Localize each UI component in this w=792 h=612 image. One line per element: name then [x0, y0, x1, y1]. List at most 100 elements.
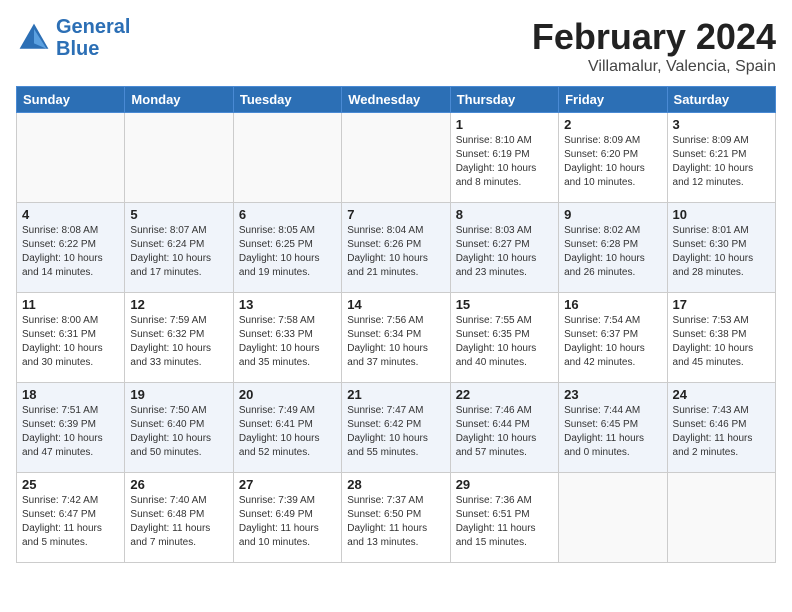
weekday-header-tuesday: Tuesday: [233, 87, 341, 113]
calendar-cell: 12 Sunrise: 7:59 AM Sunset: 6:32 PM Dayli…: [125, 293, 233, 383]
day-info: Sunrise: 7:50 AM Sunset: 6:40 PM Dayligh…: [130, 404, 227, 460]
calendar-week-3: 11 Sunrise: 8:00 AM Sunset: 6:31 PM Dayli…: [17, 293, 776, 383]
day-number: 3: [673, 117, 770, 132]
month-title: February 2024: [532, 16, 776, 58]
day-info: Sunrise: 7:42 AM Sunset: 6:47 PM Dayligh…: [22, 494, 119, 550]
day-info: Sunrise: 7:37 AM Sunset: 6:50 PM Dayligh…: [347, 494, 444, 550]
day-info: Sunrise: 7:53 AM Sunset: 6:38 PM Dayligh…: [673, 314, 770, 370]
calendar-cell: 29 Sunrise: 7:36 AM Sunset: 6:51 PM Dayli…: [450, 473, 558, 563]
day-info: Sunrise: 8:02 AM Sunset: 6:28 PM Dayligh…: [564, 224, 661, 280]
day-info: Sunrise: 8:09 AM Sunset: 6:21 PM Dayligh…: [673, 134, 770, 190]
calendar-cell: 14 Sunrise: 7:56 AM Sunset: 6:34 PM Dayli…: [342, 293, 450, 383]
page-header: General Blue February 2024 Villamalur, V…: [16, 16, 776, 76]
day-number: 7: [347, 207, 444, 222]
calendar-cell: 10Sunrise: 8:01 AM Sunset: 6:30 PM Dayli…: [667, 203, 775, 293]
day-number: 20: [239, 387, 336, 402]
day-number: 1: [456, 117, 553, 132]
calendar-cell: 27 Sunrise: 7:39 AM Sunset: 6:49 PM Dayli…: [233, 473, 341, 563]
day-number: 17: [673, 297, 770, 312]
calendar-cell: 20 Sunrise: 7:49 AM Sunset: 6:41 PM Dayli…: [233, 383, 341, 473]
day-info: Sunrise: 7:40 AM Sunset: 6:48 PM Dayligh…: [130, 494, 227, 550]
calendar-week-1: 1 Sunrise: 8:10 AM Sunset: 6:19 PM Daylig…: [17, 113, 776, 203]
calendar-cell: 23 Sunrise: 7:44 AM Sunset: 6:45 PM Dayli…: [559, 383, 667, 473]
calendar-cell: 22 Sunrise: 7:46 AM Sunset: 6:44 PM Dayli…: [450, 383, 558, 473]
weekday-header-monday: Monday: [125, 87, 233, 113]
calendar-cell: 13 Sunrise: 7:58 AM Sunset: 6:33 PM Dayli…: [233, 293, 341, 383]
day-info: Sunrise: 7:59 AM Sunset: 6:32 PM Dayligh…: [130, 314, 227, 370]
calendar-cell: 17 Sunrise: 7:53 AM Sunset: 6:38 PM Dayli…: [667, 293, 775, 383]
day-info: Sunrise: 7:51 AM Sunset: 6:39 PM Dayligh…: [22, 404, 119, 460]
calendar-cell: 28 Sunrise: 7:37 AM Sunset: 6:50 PM Dayli…: [342, 473, 450, 563]
calendar-cell: 8Sunrise: 8:03 AM Sunset: 6:27 PM Daylig…: [450, 203, 558, 293]
weekday-header-friday: Friday: [559, 87, 667, 113]
calendar-table: SundayMondayTuesdayWednesdayThursdayFrid…: [16, 86, 776, 563]
day-info: Sunrise: 8:10 AM Sunset: 6:19 PM Dayligh…: [456, 134, 553, 190]
day-info: Sunrise: 8:04 AM Sunset: 6:26 PM Dayligh…: [347, 224, 444, 280]
day-info: Sunrise: 7:44 AM Sunset: 6:45 PM Dayligh…: [564, 404, 661, 460]
day-info: Sunrise: 7:56 AM Sunset: 6:34 PM Dayligh…: [347, 314, 444, 370]
day-number: 5: [130, 207, 227, 222]
calendar-cell: 21 Sunrise: 7:47 AM Sunset: 6:42 PM Dayli…: [342, 383, 450, 473]
day-info: Sunrise: 7:36 AM Sunset: 6:51 PM Dayligh…: [456, 494, 553, 550]
weekday-header-saturday: Saturday: [667, 87, 775, 113]
day-info: Sunrise: 8:08 AM Sunset: 6:22 PM Dayligh…: [22, 224, 119, 280]
day-number: 8: [456, 207, 553, 222]
day-number: 19: [130, 387, 227, 402]
day-info: Sunrise: 7:47 AM Sunset: 6:42 PM Dayligh…: [347, 404, 444, 460]
day-info: Sunrise: 7:43 AM Sunset: 6:46 PM Dayligh…: [673, 404, 770, 460]
day-number: 12: [130, 297, 227, 312]
day-number: 18: [22, 387, 119, 402]
day-number: 23: [564, 387, 661, 402]
calendar-cell: 4 Sunrise: 8:08 AM Sunset: 6:22 PM Daylig…: [17, 203, 125, 293]
day-info: Sunrise: 8:09 AM Sunset: 6:20 PM Dayligh…: [564, 134, 661, 190]
day-number: 6: [239, 207, 336, 222]
day-number: 24: [673, 387, 770, 402]
day-number: 14: [347, 297, 444, 312]
calendar-cell: 2 Sunrise: 8:09 AM Sunset: 6:20 PM Daylig…: [559, 113, 667, 203]
day-number: 13: [239, 297, 336, 312]
day-number: 16: [564, 297, 661, 312]
calendar-cell: 18 Sunrise: 7:51 AM Sunset: 6:39 PM Dayli…: [17, 383, 125, 473]
day-info: Sunrise: 8:05 AM Sunset: 6:25 PM Dayligh…: [239, 224, 336, 280]
day-number: 22: [456, 387, 553, 402]
calendar-week-2: 4 Sunrise: 8:08 AM Sunset: 6:22 PM Daylig…: [17, 203, 776, 293]
day-info: Sunrise: 7:49 AM Sunset: 6:41 PM Dayligh…: [239, 404, 336, 460]
day-info: Sunrise: 7:58 AM Sunset: 6:33 PM Dayligh…: [239, 314, 336, 370]
weekday-header-wednesday: Wednesday: [342, 87, 450, 113]
calendar-week-5: 25 Sunrise: 7:42 AM Sunset: 6:47 PM Dayli…: [17, 473, 776, 563]
day-info: Sunrise: 7:46 AM Sunset: 6:44 PM Dayligh…: [456, 404, 553, 460]
logo: General Blue: [16, 16, 130, 60]
day-info: Sunrise: 7:55 AM Sunset: 6:35 PM Dayligh…: [456, 314, 553, 370]
calendar-cell: [667, 473, 775, 563]
calendar-header: SundayMondayTuesdayWednesdayThursdayFrid…: [17, 87, 776, 113]
logo-text: General Blue: [56, 16, 130, 60]
weekday-header-thursday: Thursday: [450, 87, 558, 113]
day-number: 29: [456, 477, 553, 492]
calendar-cell: 7 Sunrise: 8:04 AM Sunset: 6:26 PM Daylig…: [342, 203, 450, 293]
calendar-cell: [125, 113, 233, 203]
weekday-header-row: SundayMondayTuesdayWednesdayThursdayFrid…: [17, 87, 776, 113]
calendar-cell: 6 Sunrise: 8:05 AM Sunset: 6:25 PM Daylig…: [233, 203, 341, 293]
day-number: 25: [22, 477, 119, 492]
location-title: Villamalur, Valencia, Spain: [532, 58, 776, 76]
day-number: 21: [347, 387, 444, 402]
calendar-cell: 25 Sunrise: 7:42 AM Sunset: 6:47 PM Dayli…: [17, 473, 125, 563]
calendar-cell: 9 Sunrise: 8:02 AM Sunset: 6:28 PM Daylig…: [559, 203, 667, 293]
weekday-header-sunday: Sunday: [17, 87, 125, 113]
calendar-cell: 3 Sunrise: 8:09 AM Sunset: 6:21 PM Daylig…: [667, 113, 775, 203]
calendar-week-4: 18 Sunrise: 7:51 AM Sunset: 6:39 PM Dayli…: [17, 383, 776, 473]
calendar-cell: 16 Sunrise: 7:54 AM Sunset: 6:37 PM Dayli…: [559, 293, 667, 383]
day-number: 27: [239, 477, 336, 492]
day-info: Sunrise: 7:39 AM Sunset: 6:49 PM Dayligh…: [239, 494, 336, 550]
day-number: 2: [564, 117, 661, 132]
day-number: 11: [22, 297, 119, 312]
calendar-cell: [233, 113, 341, 203]
day-info: Sunrise: 7:54 AM Sunset: 6:37 PM Dayligh…: [564, 314, 661, 370]
day-number: 26: [130, 477, 227, 492]
day-number: 9: [564, 207, 661, 222]
calendar-cell: 15Sunrise: 7:55 AM Sunset: 6:35 PM Dayli…: [450, 293, 558, 383]
day-info: Sunrise: 8:00 AM Sunset: 6:31 PM Dayligh…: [22, 314, 119, 370]
day-number: 4: [22, 207, 119, 222]
calendar-body: 1 Sunrise: 8:10 AM Sunset: 6:19 PM Daylig…: [17, 113, 776, 563]
day-number: 28: [347, 477, 444, 492]
